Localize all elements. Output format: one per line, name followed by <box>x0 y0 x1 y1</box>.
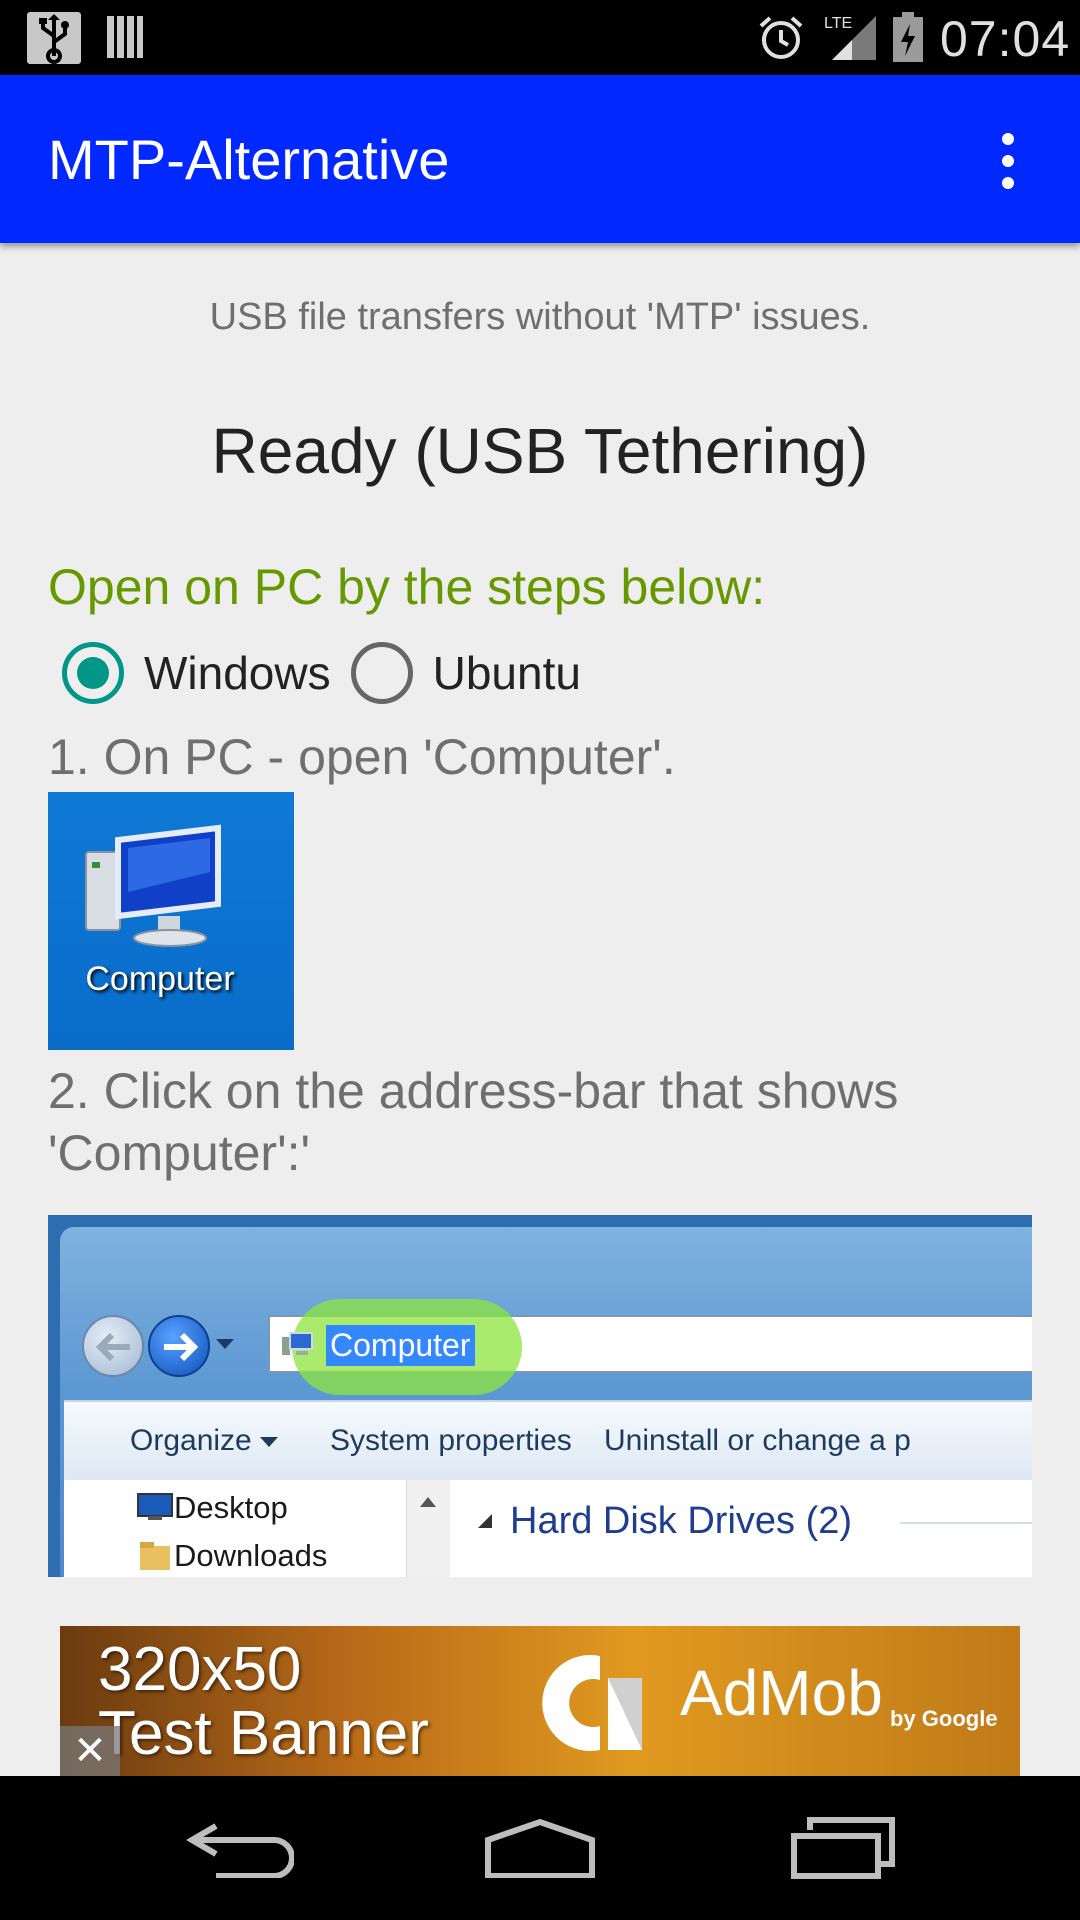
ad-line-1[interactable]: 320x50 <box>98 1638 429 1702</box>
history-dropdown-icon <box>216 1339 234 1349</box>
radio-ubuntu[interactable]: Ubuntu <box>350 642 581 704</box>
battery-icon <box>893 12 923 62</box>
step-1-text: 1. On PC - open 'Computer'. <box>48 729 676 785</box>
ad-banner[interactable]: 320x50 Test Banner AdMob by Google ✕ <box>60 1626 1020 1776</box>
computer-small-icon <box>280 1331 314 1359</box>
steps-header: Open on PC by the steps below: <box>48 559 766 615</box>
ad-close-icon[interactable]: ✕ <box>60 1726 120 1776</box>
downloads-folder-icon <box>136 1540 174 1570</box>
forward-arrow-icon <box>148 1315 210 1377</box>
ad-brand: AdMob <box>680 1657 883 1729</box>
group-label: Hard Disk Drives (2) <box>510 1500 853 1542</box>
toolbar-organize: Organize <box>130 1424 278 1458</box>
scroll-up-arrow-icon <box>420 1497 436 1507</box>
radio-label-windows[interactable]: Windows <box>144 646 331 700</box>
radio-label-ubuntu[interactable]: Ubuntu <box>433 646 581 700</box>
recent-apps-icon[interactable] <box>790 1816 896 1880</box>
back-arrow-icon <box>82 1315 144 1377</box>
radio-checked-icon[interactable] <box>62 642 124 704</box>
address-text: Computer <box>326 1325 475 1366</box>
explorer-nav-pane: Desktop Downloads <box>64 1480 449 1577</box>
os-radio-group: Windows Ubuntu <box>62 640 601 706</box>
ad-line-2[interactable]: Test Banner <box>98 1702 429 1766</box>
caret-down-icon <box>259 1437 278 1448</box>
storage-icon <box>105 14 145 60</box>
status-bar: LTE 07:04 <box>0 0 1080 75</box>
computer-icon <box>85 824 221 947</box>
step-2-text: 2. Click on the address-bar that shows '… <box>48 1063 899 1181</box>
computer-icon-label: Computer <box>85 960 235 998</box>
nav-item-desktop: Desktop <box>174 1490 288 1525</box>
radio-windows[interactable]: Windows <box>62 642 331 704</box>
explorer-screenshot: Computer Organize System properties Unin… <box>48 1215 1032 1577</box>
svg-text:LTE: LTE <box>824 15 852 32</box>
toolbar-uninstall: Uninstall or change a p <box>604 1424 911 1457</box>
explorer-toolbar: Organize System properties Uninstall or … <box>64 1400 1032 1480</box>
ad-text[interactable]: 320x50 Test Banner <box>98 1638 429 1766</box>
group-divider <box>900 1522 1032 1524</box>
toolbar-system-properties: System properties <box>330 1424 572 1457</box>
app-subtitle: USB file transfers without 'MTP' issues. <box>209 296 871 338</box>
home-icon[interactable] <box>484 1818 596 1879</box>
overflow-menu-icon[interactable] <box>996 133 1020 189</box>
app-bar: MTP-Alternative <box>0 75 1080 243</box>
desktop-icon <box>136 1492 174 1522</box>
connection-status: Ready (USB Tethering) <box>211 415 869 487</box>
status-time: 07:04 <box>940 11 1071 67</box>
system-nav-bar <box>0 1776 1080 1920</box>
ad-brand-sub: by Google <box>890 1706 998 1731</box>
collapse-triangle-icon <box>478 1514 492 1528</box>
computer-desktop-image: Computer <box>48 792 294 1050</box>
app-title: MTP-Alternative <box>48 128 450 191</box>
explorer-scrollbar <box>406 1480 450 1577</box>
usb-icon <box>27 12 81 64</box>
admob-logo-icon <box>540 1648 650 1758</box>
lte-signal-icon: LTE <box>822 12 878 62</box>
back-icon[interactable] <box>186 1818 295 1879</box>
alarm-icon <box>757 14 805 62</box>
explorer-content-pane: Hard Disk Drives (2) <box>450 1480 1032 1577</box>
radio-unchecked-icon[interactable] <box>350 642 413 704</box>
nav-item-downloads: Downloads <box>174 1538 328 1573</box>
explorer-address-bar: Computer <box>268 1299 1032 1395</box>
